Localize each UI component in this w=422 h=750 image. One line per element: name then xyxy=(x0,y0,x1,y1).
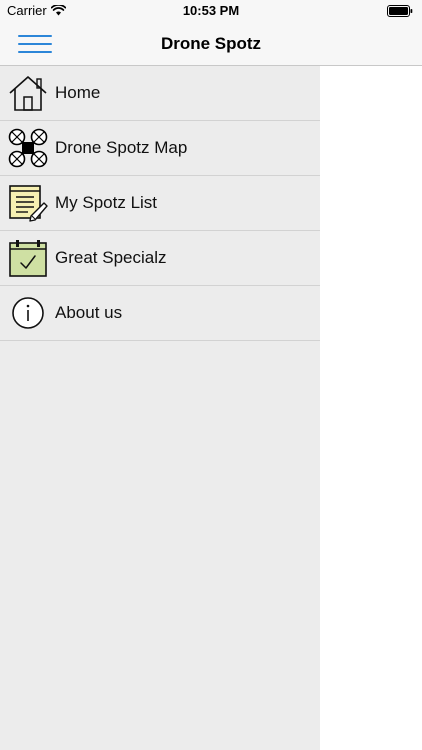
page-title: Drone Spotz xyxy=(160,34,262,53)
drone-icon xyxy=(7,127,49,169)
menu-item-label: Home xyxy=(55,83,101,102)
hamburger-line xyxy=(18,35,52,37)
navigation-bar: Drone Spotz xyxy=(0,22,422,66)
menu-item-label: About us xyxy=(55,303,123,322)
menu-item-great-specialz[interactable]: Great Specialz xyxy=(0,231,320,286)
menu-item-label: My Spotz List xyxy=(55,193,158,212)
info-icon xyxy=(7,292,49,334)
battery-icon xyxy=(387,5,413,17)
menu-item-drone-spotz-map[interactable]: Drone Spotz Map xyxy=(0,121,320,176)
calendar-check-icon xyxy=(7,237,49,279)
hamburger-line xyxy=(18,51,52,53)
menu-item-label: Drone Spotz Map xyxy=(55,138,188,157)
side-menu: Home Drone Spotz Map My Spotz List Great… xyxy=(0,66,320,750)
menu-item-about-us[interactable]: About us xyxy=(0,286,320,341)
menu-toggle-button[interactable] xyxy=(18,33,52,55)
home-icon xyxy=(7,72,49,114)
notepad-icon xyxy=(7,182,49,224)
menu-item-label: Great Specialz xyxy=(55,248,167,267)
menu-item-my-spotz-list[interactable]: My Spotz List xyxy=(0,176,320,231)
hamburger-line xyxy=(18,43,52,45)
clock: 10:53 PM xyxy=(182,3,240,18)
status-bar: Carrier 10:53 PM xyxy=(0,0,422,22)
menu-item-home[interactable]: Home xyxy=(0,66,320,121)
